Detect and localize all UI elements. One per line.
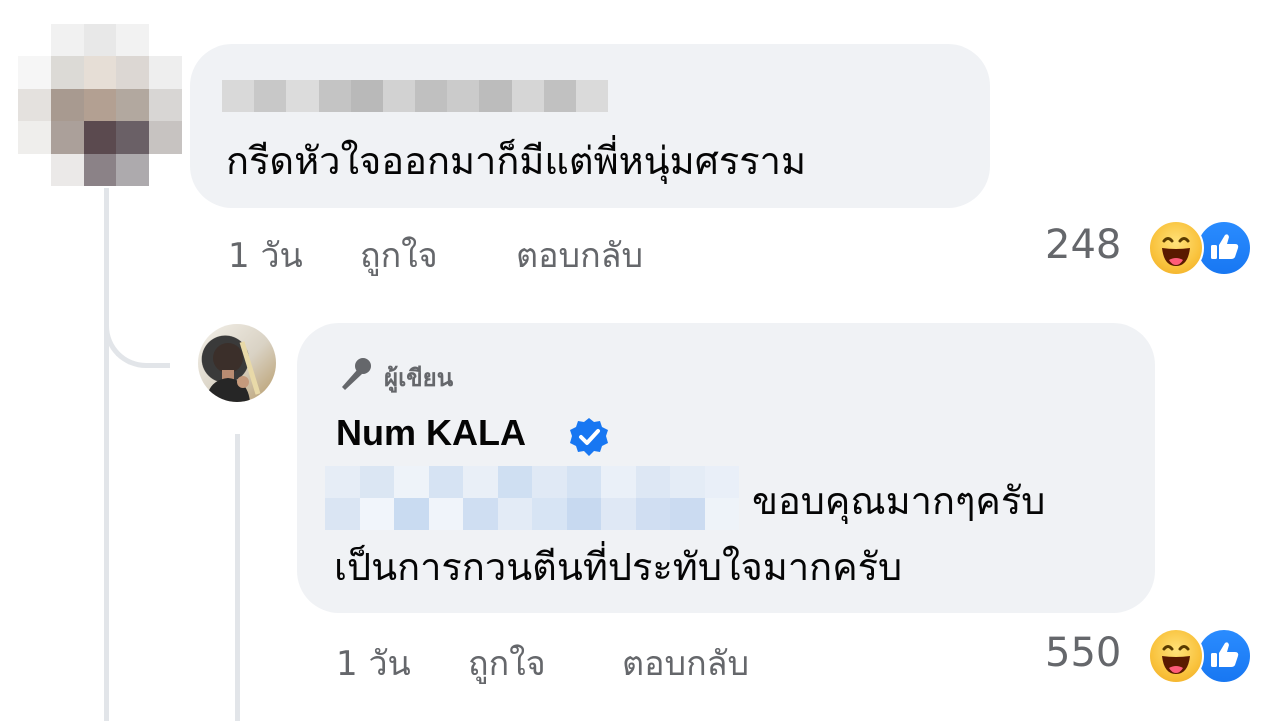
comment-timestamp[interactable]: 1 วัน: [228, 228, 303, 282]
author-name[interactable]: Num KALA: [336, 412, 526, 454]
reply-reply-button[interactable]: ตอบกลับ: [622, 636, 749, 690]
reply-reaction-count[interactable]: 550: [1045, 630, 1121, 676]
comment-text: กรีดหัวใจออกมาก็มีแต่พี่หนุ่มศรราม: [226, 139, 807, 183]
reply-reaction-icons[interactable]: [1148, 628, 1252, 684]
thread-line-reply: [235, 434, 240, 721]
microphone-icon: [342, 358, 371, 390]
reply-actions: 1 วัน ถูกใจ ตอบกลับ: [336, 636, 836, 684]
reply-button[interactable]: ตอบกลับ: [516, 228, 643, 282]
thread-connector-curve: [104, 300, 170, 368]
author-badge-label: ผู้เขียน: [384, 364, 454, 392]
reply-text-line1: ขอบคุณมากๆครับ: [752, 479, 1046, 523]
haha-emoji-icon: [1148, 628, 1204, 684]
reply-like-button[interactable]: ถูกใจ: [468, 636, 546, 690]
reaction-icons[interactable]: [1148, 220, 1252, 276]
haha-emoji-icon: [1148, 220, 1204, 276]
like-button[interactable]: ถูกใจ: [360, 228, 438, 282]
commenter-name-blurred[interactable]: [222, 80, 608, 112]
reply-text-line2: เป็นการกวนตีนที่ประทับใจมากครับ: [334, 545, 903, 589]
thread-line-main: [104, 188, 109, 721]
mentioned-name-blurred[interactable]: [325, 466, 739, 530]
reaction-count[interactable]: 248: [1045, 222, 1121, 268]
comment-actions: 1 วัน ถูกใจ ตอบกลับ: [228, 228, 728, 276]
reply-timestamp[interactable]: 1 วัน: [336, 636, 411, 690]
like-icon: [1196, 220, 1252, 276]
like-icon: [1196, 628, 1252, 684]
commenter-avatar[interactable]: [18, 24, 182, 186]
author-avatar[interactable]: [198, 324, 276, 402]
verified-badge-icon: [570, 418, 608, 456]
